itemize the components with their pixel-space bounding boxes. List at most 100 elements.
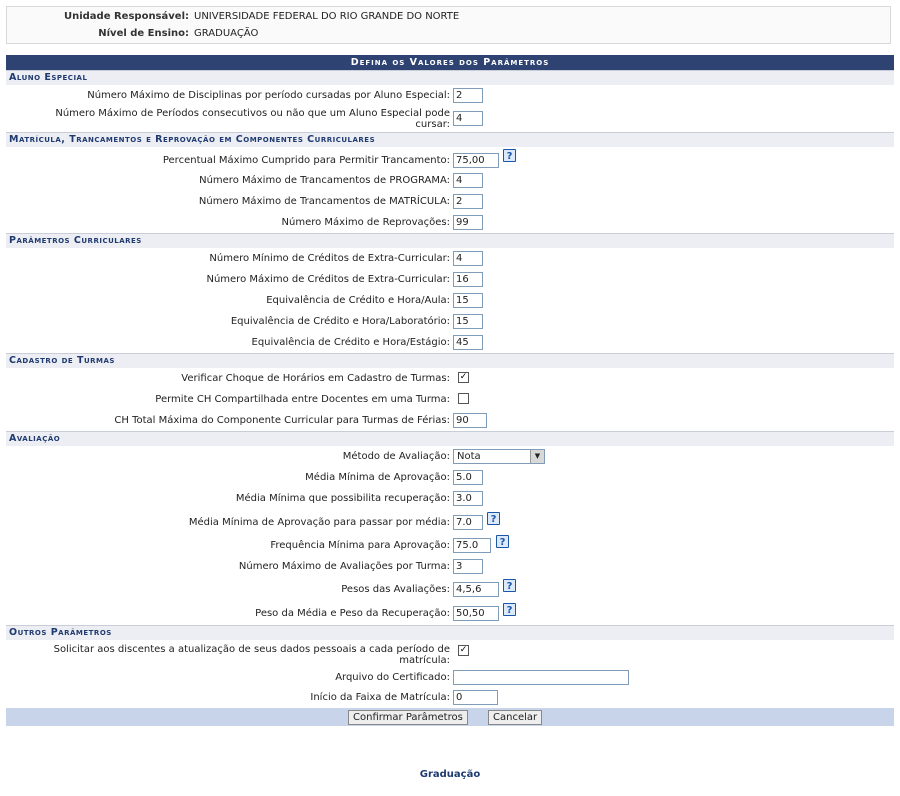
ch-compartilhada-label: Permite CH Compartilhada entre Docentes … xyxy=(155,394,450,405)
percentual-input[interactable] xyxy=(453,153,499,168)
num-aval-label: Número Máximo de Avaliações por Turma: xyxy=(238,561,450,572)
max-creditos-input[interactable] xyxy=(453,272,483,287)
tranc-matricula-label: Número Máximo de Trancamentos de MATRÍCU… xyxy=(198,196,450,207)
form-caption: Defina os Valores dos Parâmetros xyxy=(6,55,894,70)
section-avaliacao: Avaliação xyxy=(6,431,894,446)
unidade-value: UNIVERSIDADE FEDERAL DO RIO GRANDE DO NO… xyxy=(194,11,460,22)
percentual-label: Percentual Máximo Cumprido para Permitir… xyxy=(162,155,450,166)
nivel-value: GRADUAÇÃO xyxy=(194,28,259,39)
reprovacoes-input[interactable] xyxy=(453,215,483,230)
chevron-down-icon: ▼ xyxy=(530,450,544,463)
row-max-creditos: Número Máximo de Créditos de Extra-Curri… xyxy=(6,269,894,290)
max-periodos-label: Número Máximo de Períodos consecutivos o… xyxy=(6,108,450,130)
row-min-creditos: Número Mínimo de Créditos de Extra-Curri… xyxy=(6,248,894,269)
min-creditos-label: Número Mínimo de Créditos de Extra-Curri… xyxy=(209,253,450,264)
row-frequencia: Frequência Mínima para Aprovação: ? xyxy=(6,533,894,556)
frequencia-label: Frequência Mínima para Aprovação: xyxy=(270,540,450,551)
row-percentual: Percentual Máximo Cumprido para Permitir… xyxy=(6,147,894,170)
equiv-estagio-label: Equivalência de Crédito e Hora/Estágio: xyxy=(251,337,451,348)
section-turmas: Cadastro de Turmas xyxy=(6,353,894,368)
faixa-label: Início da Faixa de Matrícula: xyxy=(310,692,450,703)
ch-compartilhada-checkbox[interactable] xyxy=(458,393,469,404)
nivel-row: Nível de Ensino: GRADUAÇÃO xyxy=(7,27,890,41)
metodo-selected-value: Nota xyxy=(457,451,481,462)
tranc-programa-input[interactable] xyxy=(453,173,483,188)
nivel-label: Nível de Ensino: xyxy=(98,28,189,39)
row-media-rec: Média Mínima que possibilita recuperação… xyxy=(6,488,894,509)
row-media-aprov: Média Mínima de Aprovação: xyxy=(6,467,894,488)
row-ch-compartilhada: Permite CH Compartilhada entre Docentes … xyxy=(6,389,894,410)
choque-label: Verificar Choque de Horários em Cadastro… xyxy=(181,373,450,384)
row-tranc-programa: Número Máximo de Trancamentos de PROGRAM… xyxy=(6,170,894,191)
peso-media-input[interactable] xyxy=(453,606,499,621)
ch-ferias-label: CH Total Máxima do Componente Curricular… xyxy=(114,415,450,426)
atualizacao-label-line1: Solicitar aos discentes a atualização de… xyxy=(53,644,450,655)
frequencia-input[interactable] xyxy=(453,538,491,553)
max-periodos-label-line2: cursar: xyxy=(415,119,450,130)
section-matricula: Matrícula, Trancamentos e Reprovação em … xyxy=(6,132,894,147)
tranc-matricula-input[interactable] xyxy=(453,194,483,209)
row-peso-media: Peso da Média e Peso da Recuperação: ? xyxy=(6,601,894,625)
section-aluno-especial: Aluno Especial xyxy=(6,70,894,85)
row-media-passar: Média Mínima de Aprovação para passar po… xyxy=(6,509,894,533)
row-certificado: Arquivo do Certificado: xyxy=(6,668,894,687)
help-icon[interactable]: ? xyxy=(487,512,500,525)
media-rec-input[interactable] xyxy=(453,491,483,506)
peso-media-label: Peso da Média e Peso da Recuperação: xyxy=(255,608,450,619)
choque-checkbox[interactable]: ✓ xyxy=(458,372,469,383)
help-icon[interactable]: ? xyxy=(503,149,516,162)
equiv-lab-label: Equivalência de Crédito e Hora/Laboratór… xyxy=(230,316,450,327)
media-passar-input[interactable] xyxy=(453,515,483,530)
row-max-periodos: Número Máximo de Períodos consecutivos o… xyxy=(6,106,894,132)
equiv-aula-label: Equivalência de Crédito e Hora/Aula: xyxy=(266,295,450,306)
reprovacoes-label: Número Máximo de Reprovações: xyxy=(281,217,450,228)
equiv-estagio-input[interactable] xyxy=(453,335,483,350)
atualizacao-label-line2: matrícula: xyxy=(399,655,450,666)
num-aval-input[interactable] xyxy=(453,559,483,574)
max-periodos-label-line1: Número Máximo de Períodos consecutivos o… xyxy=(55,108,450,119)
help-icon[interactable]: ? xyxy=(503,579,516,592)
section-curriculares: Parâmetros Curriculares xyxy=(6,233,894,248)
graduacao-link[interactable]: Graduação xyxy=(0,769,900,780)
certificado-label: Arquivo do Certificado: xyxy=(335,672,450,683)
row-equiv-aula: Equivalência de Crédito e Hora/Aula: xyxy=(6,290,894,311)
equiv-aula-input[interactable] xyxy=(453,293,483,308)
row-equiv-estagio: Equivalência de Crédito e Hora/Estágio: xyxy=(6,332,894,353)
media-passar-label: Média Mínima de Aprovação para passar po… xyxy=(188,517,450,528)
form-footer: Confirmar Parâmetros Cancelar xyxy=(6,708,894,726)
media-aprov-input[interactable] xyxy=(453,470,483,485)
metodo-label: Método de Avaliação: xyxy=(342,451,450,462)
row-pesos: Pesos das Avaliações: ? xyxy=(6,577,894,601)
min-creditos-input[interactable] xyxy=(453,251,483,266)
row-faixa: Início da Faixa de Matrícula: xyxy=(6,687,894,708)
parameters-form: Defina os Valores dos Parâmetros Aluno E… xyxy=(6,55,894,726)
max-disciplinas-label: Número Máximo de Disciplinas por período… xyxy=(87,90,450,101)
max-creditos-label: Número Máximo de Créditos de Extra-Curri… xyxy=(206,274,450,285)
row-ch-ferias: CH Total Máxima do Componente Curricular… xyxy=(6,410,894,431)
max-periodos-input[interactable] xyxy=(453,111,483,126)
ch-ferias-input[interactable] xyxy=(453,413,487,428)
row-metodo: Método de Avaliação: Nota ▼ xyxy=(6,446,894,467)
media-aprov-label: Média Mínima de Aprovação: xyxy=(305,472,450,483)
pesos-label: Pesos das Avaliações: xyxy=(341,584,450,595)
metodo-select[interactable]: Nota ▼ xyxy=(453,449,545,464)
confirm-button[interactable]: Confirmar Parâmetros xyxy=(348,710,468,725)
equiv-lab-input[interactable] xyxy=(453,314,483,329)
faixa-input[interactable] xyxy=(453,690,498,705)
atualizacao-checkbox[interactable]: ✓ xyxy=(458,645,469,656)
row-tranc-matricula: Número Máximo de Trancamentos de MATRÍCU… xyxy=(6,191,894,212)
pesos-input[interactable] xyxy=(453,582,499,597)
row-num-aval: Número Máximo de Avaliações por Turma: xyxy=(6,556,894,577)
cancel-button[interactable]: Cancelar xyxy=(488,710,543,725)
row-equiv-lab: Equivalência de Crédito e Hora/Laboratór… xyxy=(6,311,894,332)
row-choque: Verificar Choque de Horários em Cadastro… xyxy=(6,368,894,389)
media-rec-label: Média Mínima que possibilita recuperação… xyxy=(235,493,450,504)
info-panel: Unidade Responsável: UNIVERSIDADE FEDERA… xyxy=(6,6,891,44)
row-max-disciplinas: Número Máximo de Disciplinas por período… xyxy=(6,85,894,106)
help-icon[interactable]: ? xyxy=(503,603,516,616)
help-icon[interactable]: ? xyxy=(496,535,509,548)
tranc-programa-label: Número Máximo de Trancamentos de PROGRAM… xyxy=(199,175,450,186)
max-disciplinas-input[interactable] xyxy=(453,88,483,103)
certificado-input[interactable] xyxy=(453,670,629,685)
row-atualizacao: Solicitar aos discentes a atualização de… xyxy=(6,640,894,668)
